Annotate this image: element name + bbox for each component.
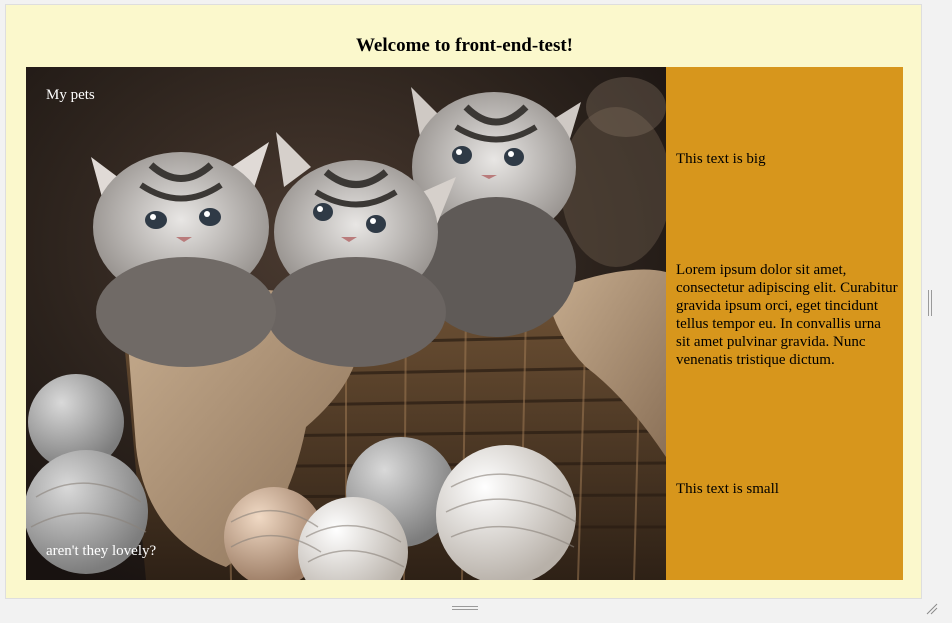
kittens-photo bbox=[26, 67, 666, 580]
hero-caption-bottom: aren't they lovely? bbox=[46, 543, 157, 559]
hero-image: My pets aren't they lovely? bbox=[26, 67, 666, 580]
page-frame: Welcome to front-end-test! My pets aren'… bbox=[5, 4, 922, 599]
big-text: This text is big bbox=[676, 151, 766, 167]
browser-viewport: Welcome to front-end-test! My pets aren'… bbox=[0, 0, 952, 623]
lorem-paragraph: Lorem ipsum dolor sit amet, consectetur … bbox=[676, 262, 898, 368]
hero-caption-top: My pets bbox=[46, 87, 95, 103]
sidebar-panel: This text is big Lorem ipsum dolor sit a… bbox=[666, 67, 903, 580]
page-title: Welcome to front-end-test! bbox=[355, 35, 574, 56]
content-row: My pets aren't they lovely? This text is… bbox=[26, 67, 903, 580]
horizontal-resize-grip-icon[interactable] bbox=[452, 606, 478, 612]
small-text: This text is small bbox=[676, 481, 779, 497]
kitten-left bbox=[91, 142, 276, 367]
vertical-resize-grip-icon[interactable] bbox=[928, 290, 934, 316]
corner-resize-icon[interactable] bbox=[926, 603, 938, 615]
